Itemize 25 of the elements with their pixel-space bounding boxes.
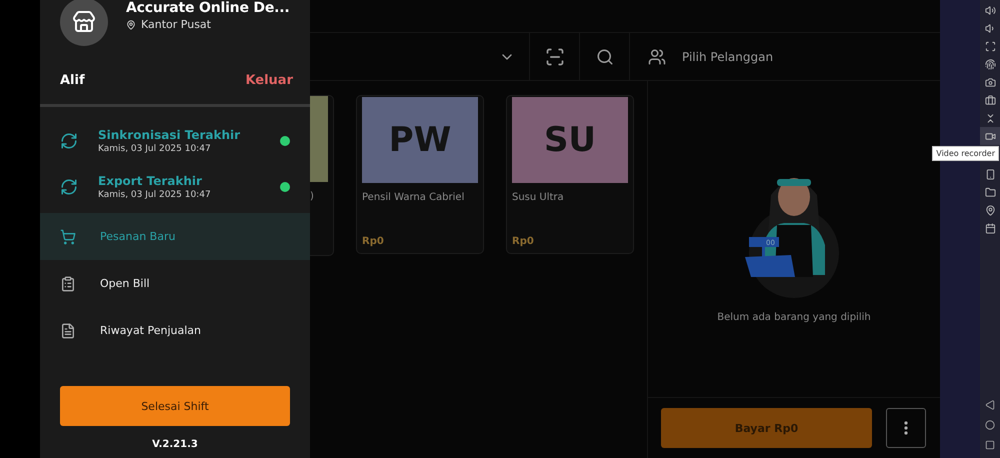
user-name: Alif [60,72,85,88]
store-location: Kantor Pusat [141,18,211,31]
logout-link[interactable]: Keluar [245,72,293,88]
product-card[interactable]: ) [310,95,334,256]
version-label: V.2.21.3 [151,438,199,452]
sync-time: Kamis, 03 Jul 2025 10:47 [98,144,212,154]
product-image: SU [512,97,628,183]
sync-title: Export Terakhir [98,174,203,188]
end-shift-button[interactable]: Selesai Shift [60,386,290,426]
menu-item[interactable]: Open Bill [40,260,310,307]
product-price: Rp0 [362,236,385,247]
menu-item[interactable]: Pesanan Baru [40,213,310,260]
sync-time: Kamis, 03 Jul 2025 10:47 [98,190,212,200]
product-image: PW [362,97,478,183]
tooltip: Video recorder [932,146,999,161]
product-name: Pensil Warna Cabriel [362,192,466,203]
product-card[interactable]: PW Pensil Warna Cabriel Rp0 [356,95,484,254]
product-card[interactable]: SU Susu Ultra Rp0 [506,95,634,254]
product-name: Susu Ultra [512,192,565,203]
product-name: ) [310,191,315,202]
sync-title: Sinkronisasi Terakhir [98,128,242,142]
empty-cart-message: Belum ada barang yang dipilih [717,312,871,323]
product-price: Rp0 [512,236,535,247]
menu-item[interactable]: Riwayat Penjualan [40,307,310,354]
store-name: Accurate Online De... [126,0,290,16]
